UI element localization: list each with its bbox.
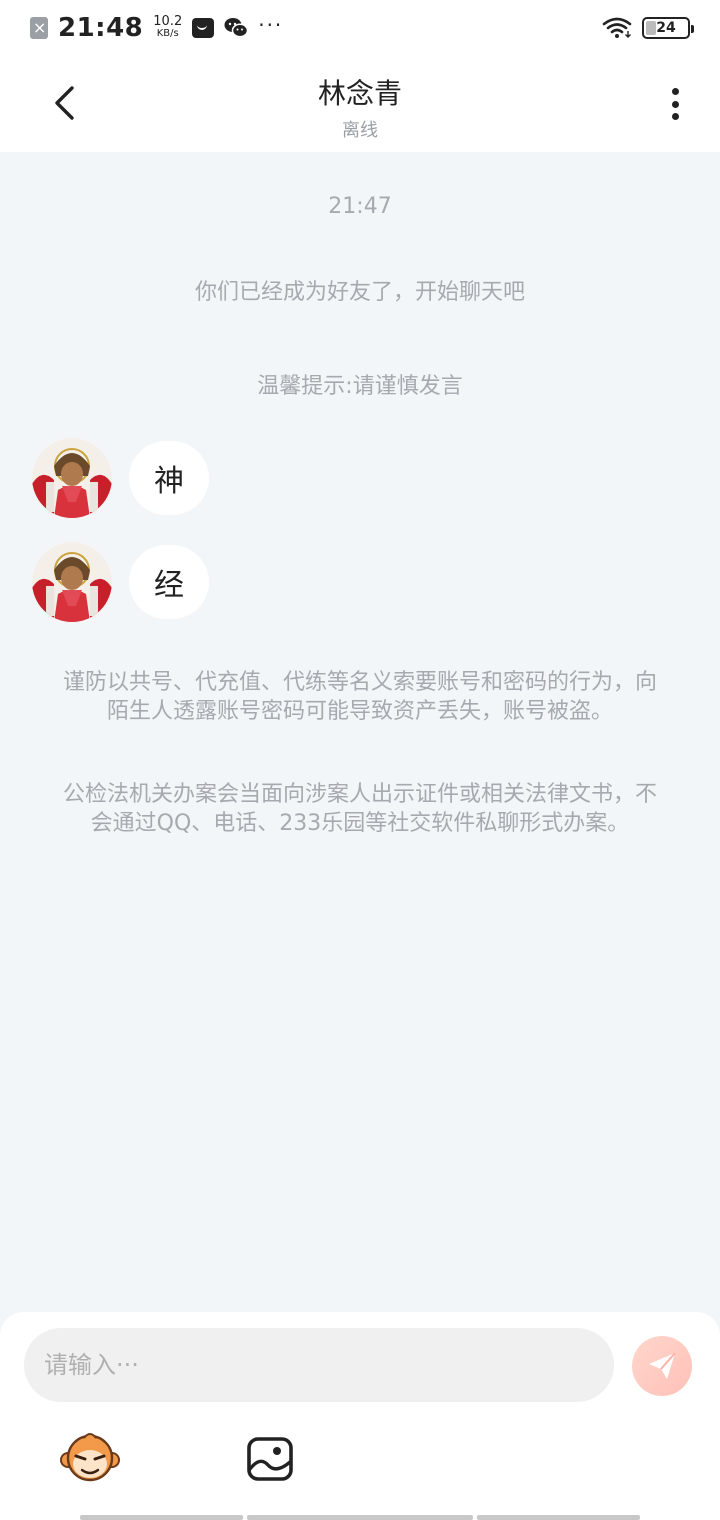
nav-bar-segment bbox=[80, 1515, 243, 1520]
emoji-button[interactable] bbox=[60, 1430, 120, 1486]
message-bubble[interactable]: 经 bbox=[129, 545, 209, 619]
chat-screen: 21:48 10.2 KB/s ··· bbox=[0, 0, 720, 1520]
image-button[interactable] bbox=[246, 1436, 294, 1482]
more-notifications-icon: ··· bbox=[258, 13, 284, 37]
menu-dot bbox=[671, 113, 679, 120]
menu-dot bbox=[671, 100, 679, 108]
wechat-glyph bbox=[224, 18, 249, 38]
avatar-image bbox=[32, 438, 112, 518]
image-icon bbox=[247, 1437, 293, 1481]
net-speed-unit: KB/s bbox=[156, 28, 179, 39]
battery-level-fill bbox=[646, 21, 656, 35]
menu-dot bbox=[671, 88, 679, 95]
contact-name: 林念青 bbox=[317, 77, 402, 110]
avatar-image bbox=[32, 542, 112, 622]
caution-tip: 温馨提示:请谨慎发言 bbox=[257, 374, 463, 399]
no-sim-icon bbox=[30, 17, 48, 39]
send-button[interactable] bbox=[632, 1336, 692, 1396]
avatar[interactable] bbox=[32, 438, 112, 518]
status-time: 21:48 bbox=[58, 13, 144, 43]
send-icon bbox=[649, 1352, 676, 1379]
friend-notice: 你们已经成为好友了，开始聊天吧 bbox=[194, 280, 525, 305]
message-row: 神 bbox=[32, 438, 209, 518]
monkey-emoji-icon bbox=[60, 1433, 120, 1482]
message-bubble[interactable]: 神 bbox=[129, 441, 209, 515]
message-input[interactable] bbox=[24, 1328, 614, 1402]
more-options-button[interactable] bbox=[660, 82, 690, 126]
fraud-warning: 公检法机关办案会当面向涉案人出示证件或相关法律文书，不会通过QQ、电话、233乐… bbox=[62, 782, 657, 836]
chat-header: 林念青 离线 bbox=[0, 56, 720, 152]
status-left: 21:48 10.2 KB/s ··· bbox=[30, 13, 283, 43]
status-right: 24 bbox=[602, 17, 694, 39]
status-bar: 21:48 10.2 KB/s ··· bbox=[0, 0, 720, 56]
notification-bag-icon bbox=[192, 18, 215, 38]
wifi-icon bbox=[602, 17, 632, 38]
input-area bbox=[0, 1312, 720, 1520]
contact-status: 离线 bbox=[342, 120, 378, 141]
account-safety-warning: 谨防以共号、代充值、代练等名义索要账号和密码的行为，向陌生人透露账号密码可能导致… bbox=[62, 670, 657, 724]
message-timestamp: 21:47 bbox=[328, 194, 392, 219]
network-speed: 10.2 KB/s bbox=[153, 14, 183, 40]
wechat-icon bbox=[224, 17, 249, 39]
battery-indicator: 24 bbox=[642, 17, 694, 39]
avatar[interactable] bbox=[32, 542, 112, 622]
nav-bar-segment bbox=[477, 1515, 640, 1520]
battery-percent: 24 bbox=[656, 20, 676, 36]
message-row: 经 bbox=[32, 542, 209, 622]
header-title: 林念青 离线 bbox=[0, 72, 720, 142]
chat-area[interactable]: 21:47 你们已经成为好友了，开始聊天吧 温馨提示:请谨慎发言 神 经 谨防以… bbox=[0, 152, 720, 1312]
nav-bar-segment bbox=[247, 1515, 473, 1520]
net-speed-value: 10.2 bbox=[153, 14, 183, 29]
